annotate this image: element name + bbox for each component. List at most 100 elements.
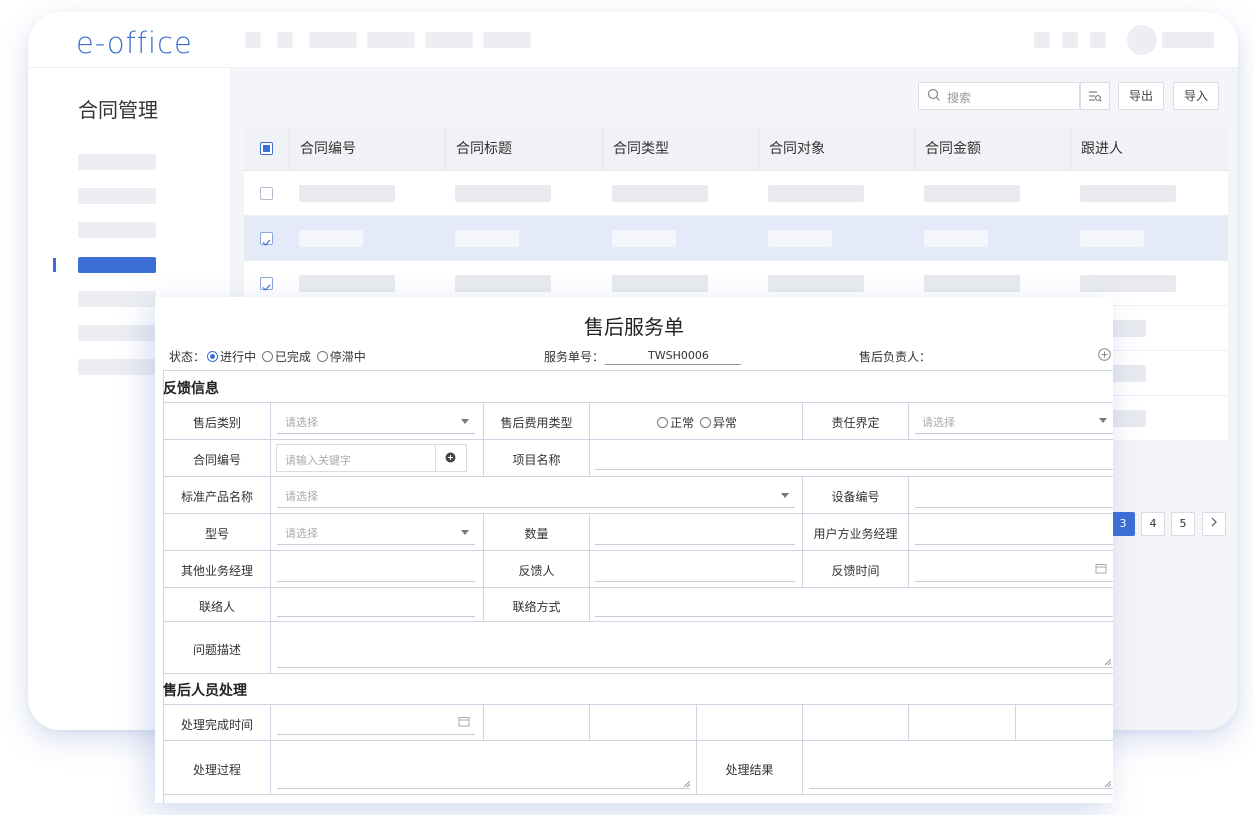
table-row-selected[interactable] bbox=[244, 216, 1228, 261]
resize-handle-icon[interactable] bbox=[1105, 781, 1111, 787]
label-finish-time: 处理完成时间 bbox=[180, 718, 253, 732]
caret-down-icon[interactable] bbox=[781, 493, 789, 498]
input-divider bbox=[435, 444, 436, 472]
nav-placeholder[interactable] bbox=[425, 32, 473, 48]
add-circle-icon[interactable] bbox=[1098, 348, 1111, 361]
calendar-icon[interactable] bbox=[1095, 563, 1107, 574]
search-input[interactable]: 搜索 bbox=[918, 82, 1080, 110]
page-button-4[interactable]: 4 bbox=[1141, 512, 1165, 536]
result-textarea[interactable] bbox=[809, 788, 1113, 789]
filter-button[interactable] bbox=[1080, 82, 1110, 110]
nav-placeholder[interactable] bbox=[367, 32, 415, 48]
label-client-manager: 用户方业务经理 bbox=[813, 527, 898, 541]
cell-placeholder bbox=[1110, 320, 1146, 337]
cell-placeholder bbox=[299, 230, 363, 247]
nav-placeholder[interactable] bbox=[245, 32, 261, 48]
sidebar-item[interactable] bbox=[78, 291, 156, 307]
cell-placeholder bbox=[299, 185, 395, 202]
fee-radio-abnormal[interactable] bbox=[699, 417, 711, 428]
nav-placeholder[interactable] bbox=[483, 32, 531, 48]
fee-option-label: 异常 bbox=[712, 416, 737, 430]
problem-desc-textarea[interactable] bbox=[277, 667, 1113, 668]
resize-handle-icon[interactable] bbox=[684, 781, 690, 787]
cell-placeholder bbox=[924, 185, 1020, 202]
column-header[interactable]: 合同金额 bbox=[914, 127, 1071, 171]
status-radio-stalled[interactable] bbox=[316, 351, 328, 362]
sidebar-item[interactable] bbox=[78, 359, 156, 375]
sidebar-item-active[interactable] bbox=[78, 257, 156, 273]
header-icon-placeholder[interactable] bbox=[1090, 32, 1106, 48]
process-textarea[interactable] bbox=[277, 788, 690, 789]
field-underline[interactable] bbox=[915, 544, 1113, 545]
row-checkbox-checked[interactable] bbox=[260, 277, 273, 291]
page-button-3[interactable]: 3 bbox=[1111, 512, 1135, 536]
search-placeholder: 搜索 bbox=[947, 91, 972, 105]
header-icon-placeholder[interactable] bbox=[1034, 32, 1050, 48]
user-name-placeholder[interactable] bbox=[1162, 32, 1214, 48]
field-underline[interactable] bbox=[595, 581, 795, 582]
caret-down-icon[interactable] bbox=[461, 530, 469, 535]
table-row[interactable] bbox=[244, 171, 1228, 216]
field-underline[interactable] bbox=[595, 616, 1113, 617]
grid-line bbox=[1015, 704, 1016, 740]
sidebar-item[interactable] bbox=[78, 325, 156, 341]
order-no-underline bbox=[605, 364, 741, 365]
status-radio-completed[interactable] bbox=[261, 351, 273, 362]
after-sales-type-select[interactable]: 请选择 bbox=[285, 414, 318, 430]
top-bar: e-office bbox=[28, 12, 1238, 68]
field-underline[interactable] bbox=[277, 581, 475, 582]
grid-line bbox=[163, 621, 1113, 622]
caret-down-icon[interactable] bbox=[461, 419, 469, 424]
product-name-select[interactable]: 请选择 bbox=[285, 488, 318, 504]
label-quantity: 数量 bbox=[524, 527, 549, 541]
nav-placeholder[interactable] bbox=[277, 32, 293, 48]
field-underline[interactable] bbox=[915, 581, 1113, 582]
caret-down-icon[interactable] bbox=[1099, 418, 1107, 423]
header-icon-placeholder[interactable] bbox=[1062, 32, 1078, 48]
select-all-checkbox[interactable] bbox=[260, 142, 273, 155]
sidebar-item[interactable] bbox=[78, 222, 156, 238]
status-label: 状态： bbox=[169, 350, 206, 364]
field-underline[interactable] bbox=[595, 544, 795, 545]
field-underline[interactable] bbox=[277, 734, 475, 735]
add-icon[interactable] bbox=[445, 452, 456, 463]
field-underline[interactable] bbox=[277, 616, 475, 617]
avatar[interactable] bbox=[1127, 25, 1157, 55]
status-radio-in-progress[interactable] bbox=[207, 351, 219, 362]
status-group: 状态： 进行中 已完成 停滞中 bbox=[169, 348, 366, 365]
label-problem-desc: 问题描述 bbox=[192, 643, 241, 657]
row-checkbox[interactable] bbox=[260, 187, 273, 200]
fee-option-label: 正常 bbox=[670, 416, 695, 430]
field-underline bbox=[277, 507, 795, 508]
column-header[interactable]: 跟进人 bbox=[1070, 127, 1228, 171]
import-button[interactable]: 导入 bbox=[1173, 82, 1219, 110]
column-header[interactable]: 合同类型 bbox=[602, 127, 759, 171]
grid-line bbox=[163, 476, 1113, 477]
grid-line bbox=[163, 587, 1113, 588]
model-select[interactable]: 请选择 bbox=[285, 525, 318, 541]
cell-placeholder bbox=[768, 230, 832, 247]
nav-placeholder[interactable] bbox=[309, 32, 357, 48]
contract-no-input[interactable]: 请输入关键字 bbox=[276, 444, 467, 472]
next-page-button[interactable] bbox=[1202, 512, 1226, 536]
responsibility-select[interactable]: 请选择 bbox=[922, 414, 955, 430]
row-checkbox-checked[interactable] bbox=[260, 232, 273, 246]
order-no-label: 服务单号： bbox=[544, 350, 605, 364]
page-button-5[interactable]: 5 bbox=[1171, 512, 1195, 536]
status-option-label: 已完成 bbox=[274, 350, 311, 364]
owner-label: 售后负责人： bbox=[859, 350, 932, 364]
resize-handle-icon[interactable] bbox=[1105, 659, 1111, 665]
sidebar-item[interactable] bbox=[78, 154, 156, 170]
cell-placeholder bbox=[924, 230, 988, 247]
fee-radio-normal[interactable] bbox=[657, 417, 669, 428]
cell-placeholder bbox=[1110, 365, 1146, 382]
grid-line bbox=[163, 513, 1113, 514]
column-header[interactable]: 合同编号 bbox=[289, 127, 446, 171]
field-underline[interactable] bbox=[595, 469, 1113, 470]
calendar-icon[interactable] bbox=[458, 716, 470, 727]
field-underline[interactable] bbox=[915, 507, 1113, 508]
column-header[interactable]: 合同标题 bbox=[445, 127, 602, 171]
column-header[interactable]: 合同对象 bbox=[758, 127, 915, 171]
export-button[interactable]: 导出 bbox=[1118, 82, 1164, 110]
sidebar-item[interactable] bbox=[78, 188, 156, 204]
